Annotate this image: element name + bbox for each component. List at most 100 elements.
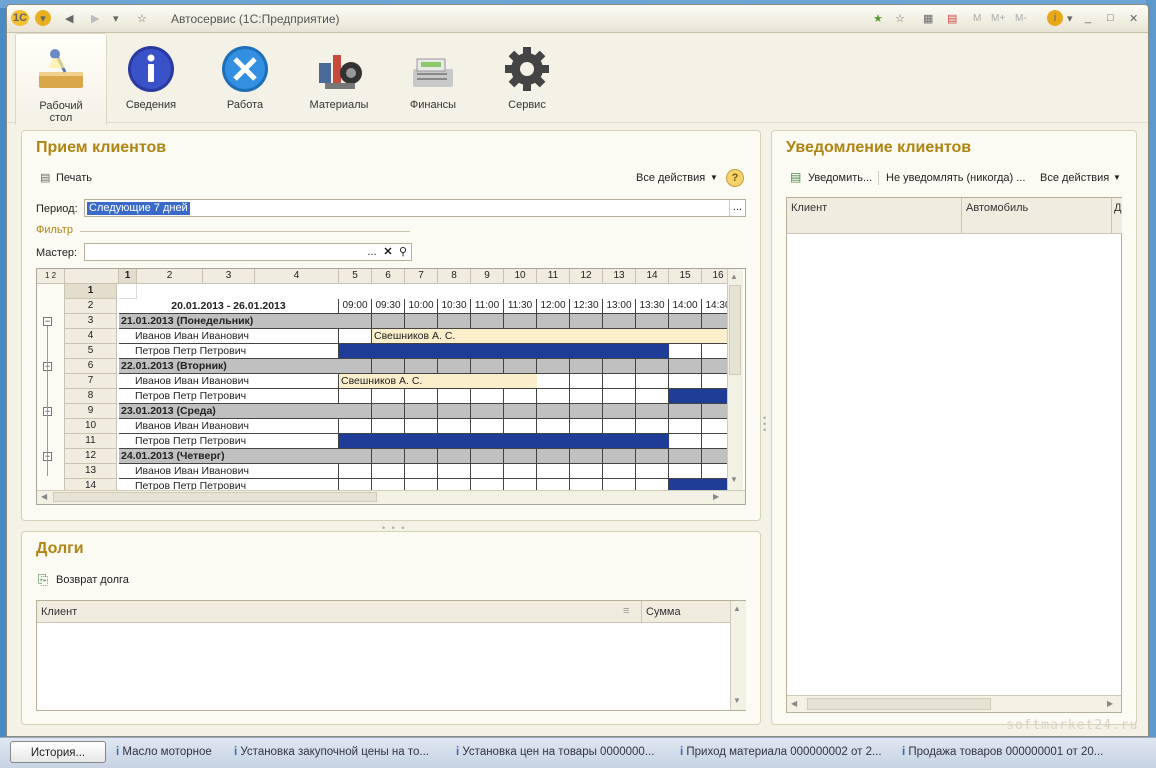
client-row[interactable]: Иванов Иван Иванович — [119, 329, 339, 344]
grid-cell[interactable] — [669, 449, 702, 464]
grid-cell[interactable] — [570, 449, 603, 464]
column-header[interactable]: 6 — [372, 269, 405, 284]
grid-cell[interactable] — [537, 419, 570, 434]
grid-cell[interactable] — [438, 404, 471, 419]
hscroll-thumb[interactable] — [53, 492, 377, 502]
section-info[interactable]: Сведения — [105, 33, 197, 111]
grid-cell[interactable] — [636, 404, 669, 419]
scroll-down-icon[interactable]: ▼ — [730, 475, 738, 484]
outline-level-buttons[interactable]: 1 2 — [37, 269, 65, 284]
column-header[interactable]: 15 — [669, 269, 702, 284]
scroll-up-icon[interactable]: ▲ — [733, 604, 741, 613]
client-row[interactable]: Иванов Иван Иванович — [119, 374, 339, 389]
section-work[interactable]: Работа — [199, 33, 291, 111]
scroll-left-icon[interactable]: ◀ — [791, 699, 797, 708]
client-row[interactable]: Петров Петр Петрович — [119, 344, 339, 359]
back-arrow-icon[interactable]: ◀ — [65, 10, 73, 26]
main-menu-icon[interactable]: ▾ — [35, 10, 51, 26]
grid-cell[interactable] — [372, 389, 405, 404]
column-header[interactable]: 1 — [119, 269, 137, 284]
close-icon[interactable]: ✕ — [1129, 10, 1138, 26]
debts-scrollbar[interactable]: ▲ ▼ — [730, 601, 746, 710]
row-header[interactable]: 4 — [65, 329, 117, 344]
grid-cell[interactable] — [537, 359, 570, 374]
grid-cell[interactable] — [537, 389, 570, 404]
row-header[interactable]: 1 — [65, 284, 117, 299]
add-favorite-icon[interactable]: ★ — [873, 10, 883, 26]
notify-button[interactable]: Уведомить... — [808, 172, 872, 184]
row-header[interactable]: 6 — [65, 359, 117, 374]
grid-cell[interactable] — [504, 389, 537, 404]
section-service[interactable]: Сервис — [481, 33, 573, 111]
grid-cell[interactable] — [669, 464, 702, 479]
client-row[interactable]: Иванов Иван Иванович — [119, 464, 339, 479]
column-header[interactable]: 7 — [405, 269, 438, 284]
booking-master[interactable]: Свешников А. С. — [339, 374, 537, 388]
grid-cell[interactable] — [438, 314, 471, 329]
info-dropdown-icon[interactable]: ▾ — [1067, 10, 1073, 26]
sort-icon[interactable]: ≡ — [623, 605, 629, 617]
column-header[interactable]: 4 — [255, 269, 339, 284]
row-header[interactable]: 12 — [65, 449, 117, 464]
all-actions-button[interactable]: Все действия — [636, 172, 705, 184]
grid-cell[interactable] — [339, 329, 372, 344]
grid-cell[interactable] — [372, 359, 405, 374]
column-header[interactable]: 3 — [203, 269, 255, 284]
taskbar-item-4[interactable]: i Приход материала 000000002 от 2... — [680, 741, 886, 763]
grid-cell[interactable] — [570, 419, 603, 434]
client-row[interactable]: Петров Петр Петрович — [119, 389, 339, 404]
grid-cell[interactable] — [405, 419, 438, 434]
booked-slot[interactable] — [669, 389, 735, 403]
grid-cell[interactable] — [504, 464, 537, 479]
return-debt-icon[interactable]: ⎘ — [38, 572, 48, 588]
grid-cell[interactable] — [603, 419, 636, 434]
column-header[interactable]: 10 — [504, 269, 537, 284]
grid-cell[interactable] — [471, 389, 504, 404]
grid-cell[interactable] — [603, 314, 636, 329]
grid-cell[interactable] — [339, 404, 372, 419]
memory-mminus-button[interactable]: M- — [1015, 10, 1027, 26]
grid-cell[interactable] — [405, 449, 438, 464]
notify-col-client[interactable]: Клиент — [787, 198, 961, 234]
grid-cell[interactable] — [471, 464, 504, 479]
history-button[interactable]: История... — [10, 741, 106, 763]
grid-cell[interactable] — [471, 449, 504, 464]
grid-cell[interactable] — [405, 359, 438, 374]
history-dropdown-icon[interactable]: ▾ — [113, 10, 119, 26]
taskbar-item-3[interactable]: i Установка цен на товары 0000000... — [456, 741, 664, 763]
taskbar-item-2[interactable]: i Установка закупочной цены на то... — [234, 741, 440, 763]
grid-cell[interactable] — [669, 314, 702, 329]
grid-cell[interactable] — [405, 464, 438, 479]
favorites-icon[interactable]: ☆ — [895, 10, 905, 26]
column-header[interactable]: 13 — [603, 269, 636, 284]
section-materials[interactable]: Материалы — [293, 33, 385, 111]
grid-cell[interactable] — [570, 389, 603, 404]
row-header[interactable]: 10 — [65, 419, 117, 434]
grid-cell[interactable] — [603, 374, 636, 389]
grid-cell[interactable] — [438, 359, 471, 374]
notify-col-car[interactable]: Автомобиль — [961, 198, 1111, 234]
no-notify-button[interactable]: Не уведомлять (никогда) ... — [886, 172, 1025, 184]
grid-cell[interactable] — [669, 434, 702, 449]
grid-cell[interactable] — [504, 359, 537, 374]
help-icon[interactable]: ? — [726, 169, 744, 187]
debts-table[interactable]: Клиент ≡ Сумма ▲ ▼ — [36, 600, 746, 711]
grid-cell[interactable] — [603, 404, 636, 419]
grid-cell[interactable] — [537, 464, 570, 479]
print-icon[interactable]: ▤ — [40, 171, 50, 184]
column-header[interactable]: 9 — [471, 269, 504, 284]
notify-hscrollbar[interactable]: ◀ ▶ — [787, 695, 1121, 712]
vertical-splitter[interactable]: • • • — [763, 414, 766, 435]
grid-cell[interactable] — [504, 404, 537, 419]
grid-cell[interactable] — [669, 404, 702, 419]
grid-cell[interactable] — [603, 389, 636, 404]
grid-cell[interactable] — [603, 464, 636, 479]
scroll-down-icon[interactable]: ▼ — [733, 696, 741, 705]
client-row[interactable]: Петров Петр Петрович — [119, 434, 339, 449]
memory-m-button[interactable]: M — [973, 10, 981, 26]
column-header[interactable]: 12 — [570, 269, 603, 284]
grid-cell[interactable] — [405, 314, 438, 329]
grid-cell[interactable] — [405, 404, 438, 419]
grid-cell[interactable] — [669, 359, 702, 374]
calendar-icon[interactable]: ▤ — [947, 10, 957, 26]
